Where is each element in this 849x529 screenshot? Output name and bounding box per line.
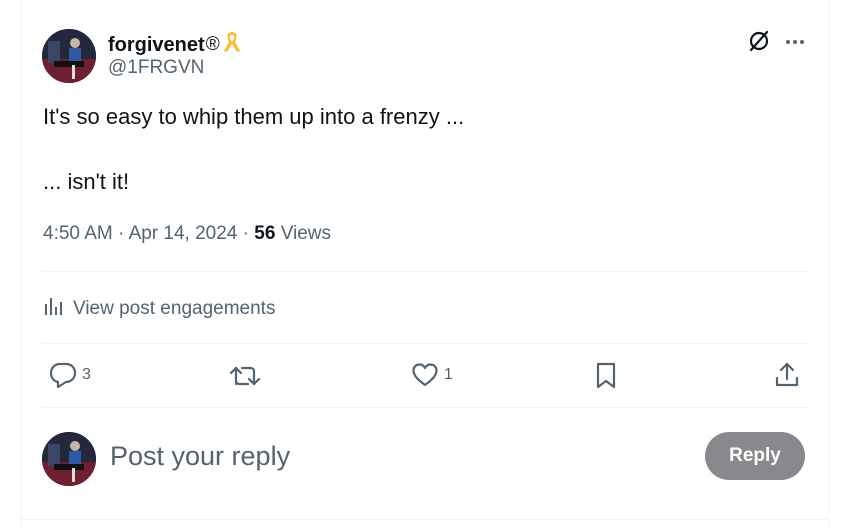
repost-action-button[interactable]: [229, 363, 261, 389]
reply-input[interactable]: Post your reply: [110, 439, 290, 473]
divider: [42, 271, 807, 272]
divider: [42, 407, 807, 408]
reply-button[interactable]: Reply: [705, 432, 805, 480]
author-name-row[interactable]: forgivenet ®: [108, 30, 241, 59]
view-engagements-label: View post engagements: [73, 297, 276, 319]
author-handle[interactable]: @1FRGVN: [108, 56, 204, 80]
analytics-icon: [43, 295, 65, 322]
meta-separator: ·: [242, 223, 249, 244]
like-count: 1: [444, 366, 453, 383]
author-display-name[interactable]: forgivenet: [108, 33, 205, 57]
views-label: Views: [280, 223, 332, 244]
divider: [21, 519, 828, 520]
share-action-button[interactable]: [774, 361, 800, 389]
repost-icon: [229, 363, 261, 389]
registered-mark: ®: [205, 33, 220, 55]
tweet-time[interactable]: 4:50 AM: [43, 223, 113, 244]
heart-icon: [411, 362, 439, 388]
grok-icon[interactable]: [747, 29, 771, 58]
view-engagements-link[interactable]: View post engagements: [43, 295, 275, 322]
tweet-metadata: 4:50 AM · Apr 14, 2024 · 56 Views: [43, 222, 331, 246]
like-action-button[interactable]: 1: [411, 362, 453, 388]
tweet-text-line-1: It's so easy to whip them up into a fren…: [43, 104, 465, 129]
avatar-image: [42, 432, 96, 486]
share-icon: [774, 361, 800, 389]
reply-action-button[interactable]: 3: [49, 362, 91, 388]
bookmark-action-button[interactable]: [594, 362, 618, 390]
tweet-date[interactable]: Apr 14, 2024: [129, 223, 238, 244]
reply-icon: [49, 362, 77, 388]
current-user-avatar[interactable]: [42, 432, 96, 486]
author-avatar[interactable]: [42, 29, 96, 83]
divider: [42, 343, 807, 344]
avatar-image: [42, 29, 96, 83]
more-options-icon[interactable]: [783, 30, 807, 59]
yellow-ribbon-icon: [223, 30, 241, 59]
meta-separator: ·: [118, 223, 125, 244]
tweet-text-line-2: ... isn't it!: [43, 169, 130, 194]
bookmark-icon: [594, 362, 618, 390]
reply-count: 3: [82, 366, 91, 383]
views-count: 56: [254, 223, 276, 244]
